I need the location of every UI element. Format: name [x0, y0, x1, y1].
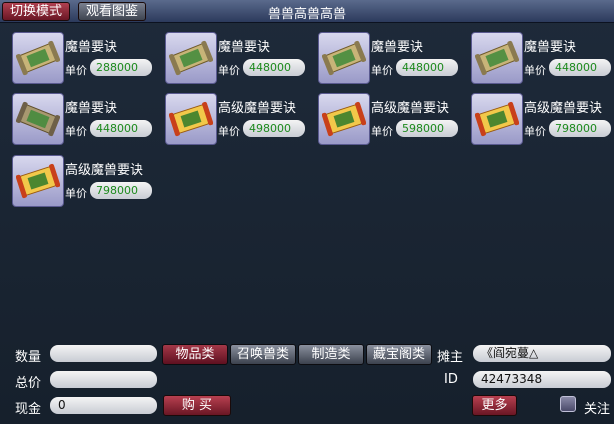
item-slot[interactable]: 高级魔兽要诀 单价 598000: [318, 93, 468, 149]
price-value: 448000: [396, 59, 458, 76]
item-slot[interactable]: 魔兽要诀 单价 448000: [165, 32, 315, 88]
switch-mode-button[interactable]: 切换模式: [2, 2, 71, 21]
price-value: 798000: [90, 182, 152, 199]
title-bar: 兽兽高兽高兽 切换模式 观看图鉴: [0, 0, 614, 23]
price-value: 448000: [243, 59, 305, 76]
price-label: 单价: [371, 125, 393, 138]
price-value: 448000: [549, 59, 611, 76]
tab-summons[interactable]: 召唤兽类: [230, 344, 296, 365]
golden-scroll-icon: [12, 155, 64, 207]
tab-items[interactable]: 物品类: [162, 344, 228, 365]
follow-checkbox[interactable]: [560, 396, 576, 412]
price-label: 单价: [65, 64, 87, 77]
view-catalog-button[interactable]: 观看图鉴: [78, 2, 147, 21]
item-name: 魔兽要诀: [65, 101, 118, 116]
item-name: 魔兽要诀: [218, 40, 271, 55]
owner-field: 《阎宛蔓△: [473, 345, 611, 362]
price-value: 598000: [396, 120, 458, 137]
scroll-icon: [471, 32, 523, 84]
item-name: 高级魔兽要诀: [524, 101, 603, 116]
owner-label: 摊主: [437, 350, 464, 365]
scroll-icon: [165, 32, 217, 84]
item-name: 魔兽要诀: [371, 40, 424, 55]
item-slot[interactable]: 魔兽要诀 单价 288000: [12, 32, 162, 88]
cash-field: 0: [50, 397, 157, 414]
price-value: 448000: [90, 120, 152, 137]
item-slot[interactable]: 高级魔兽要诀 单价 798000: [12, 155, 162, 211]
scroll-icon: [318, 32, 370, 84]
price-value: 288000: [90, 59, 152, 76]
total-label: 总价: [15, 376, 42, 391]
price-value: 798000: [549, 120, 611, 137]
id-label: ID: [444, 372, 458, 387]
price-label: 单价: [65, 187, 87, 200]
price-label: 单价: [65, 125, 87, 138]
follow-label: 关注: [584, 402, 611, 417]
price-label: 单价: [524, 64, 546, 77]
buy-button[interactable]: 购 买: [163, 395, 231, 416]
tab-crafting[interactable]: 制造类: [298, 344, 364, 365]
item-name: 魔兽要诀: [65, 40, 118, 55]
stall-window: 兽兽高兽高兽 切换模式 观看图鉴 魔兽要诀 单价 288000 魔兽要诀 单价 …: [0, 0, 614, 424]
price-label: 单价: [371, 64, 393, 77]
cash-label: 现金: [15, 402, 42, 417]
item-slot[interactable]: 高级魔兽要诀 单价 498000: [165, 93, 315, 149]
golden-scroll-icon: [471, 93, 523, 145]
scroll-icon: [12, 93, 64, 145]
item-name: 高级魔兽要诀: [371, 101, 450, 116]
price-label: 单价: [218, 64, 240, 77]
item-name: 魔兽要诀: [524, 40, 577, 55]
tab-treasure[interactable]: 藏宝阁类: [366, 344, 432, 365]
golden-scroll-icon: [165, 93, 217, 145]
item-name: 高级魔兽要诀: [218, 101, 297, 116]
golden-scroll-icon: [318, 93, 370, 145]
more-button[interactable]: 更多: [472, 395, 517, 416]
id-field: 42473348: [473, 371, 611, 388]
price-label: 单价: [218, 125, 240, 138]
price-label: 单价: [524, 125, 546, 138]
quantity-label: 数量: [15, 350, 42, 365]
item-slot[interactable]: 魔兽要诀 单价 448000: [318, 32, 468, 88]
item-name: 高级魔兽要诀: [65, 163, 144, 178]
item-slot[interactable]: 魔兽要诀 单价 448000: [471, 32, 614, 88]
total-price-field: [50, 371, 157, 388]
price-value: 498000: [243, 120, 305, 137]
scroll-icon: [12, 32, 64, 84]
item-slot[interactable]: 魔兽要诀 单价 448000: [12, 93, 162, 149]
item-slot[interactable]: 高级魔兽要诀 单价 798000: [471, 93, 614, 149]
quantity-input[interactable]: [50, 345, 157, 362]
